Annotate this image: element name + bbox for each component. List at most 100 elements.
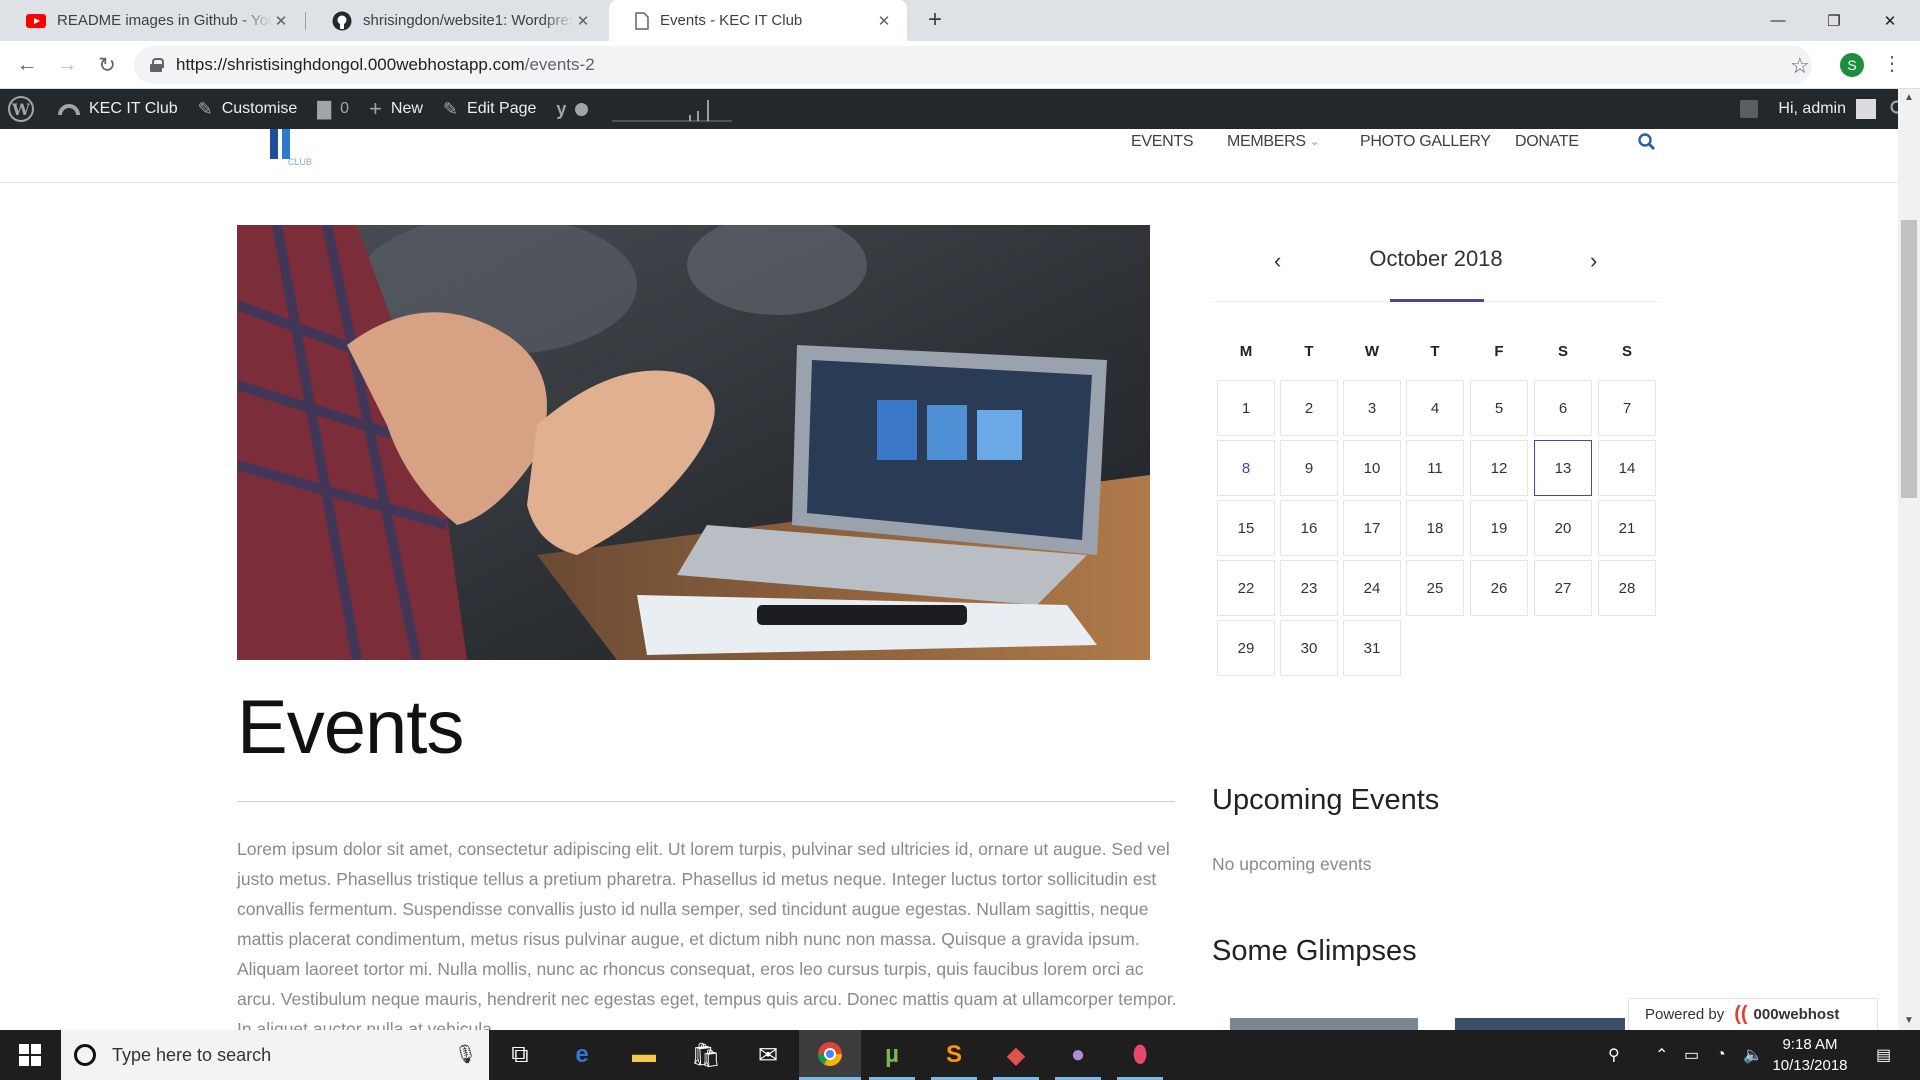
- calendar-day[interactable]: 12: [1470, 440, 1528, 496]
- scroll-up-icon[interactable]: ▲: [1898, 89, 1920, 107]
- stats-sparkline-icon[interactable]: [612, 95, 733, 123]
- calendar-day[interactable]: 19: [1470, 500, 1528, 556]
- calendar-day[interactable]: 16: [1280, 500, 1338, 556]
- calendar-day[interactable]: 5: [1470, 380, 1528, 436]
- close-window-button[interactable]: ✕: [1862, 0, 1918, 41]
- calendar-day[interactable]: 1: [1217, 380, 1275, 436]
- calendar-day[interactable]: 9: [1280, 440, 1338, 496]
- wordpress-logo-icon[interactable]: W: [8, 96, 34, 122]
- battery-icon[interactable]: ▭: [1684, 1030, 1699, 1080]
- site-logo[interactable]: CLUB: [266, 129, 316, 169]
- people-icon[interactable]: ⚲: [1608, 1030, 1620, 1080]
- bookmark-star-icon[interactable]: ☆: [1790, 53, 1810, 79]
- calendar-day[interactable]: 18: [1406, 500, 1464, 556]
- close-icon[interactable]: ✕: [272, 12, 290, 30]
- taskbar-clock[interactable]: 9:18 AM 10/13/2018: [1760, 1034, 1860, 1076]
- forward-icon[interactable]: →: [53, 51, 81, 79]
- sublime-text-icon[interactable]: S: [923, 1030, 985, 1080]
- calendar-day[interactable]: 28: [1598, 560, 1656, 616]
- calendar-day[interactable]: 29: [1217, 620, 1275, 676]
- calendar-day[interactable]: 20: [1534, 500, 1592, 556]
- adminbar-site[interactable]: KEC IT Club: [48, 89, 188, 129]
- edge-icon[interactable]: e: [551, 1030, 613, 1080]
- browser-menu-icon[interactable]: ⋮: [1882, 51, 1902, 76]
- tab-youtube[interactable]: README images in Github - YouTube ✕: [0, 0, 304, 41]
- adminbar-edit-page[interactable]: ✎ Edit Page: [433, 89, 546, 129]
- restore-button[interactable]: ❐: [1806, 0, 1862, 41]
- adminbar-comments[interactable]: ▇ 0: [307, 89, 359, 129]
- windows-start-icon[interactable]: [0, 1030, 60, 1080]
- calendar-weekday: T: [1304, 343, 1314, 360]
- 000webhost-logo-icon: ((: [1734, 1003, 1748, 1025]
- store-icon[interactable]: 🛍: [675, 1030, 737, 1080]
- taskbar-search-box[interactable]: Type here to search 🎙: [61, 1030, 489, 1080]
- search-icon[interactable]: [1637, 132, 1657, 152]
- mail-icon[interactable]: ✉: [737, 1030, 799, 1080]
- nav-members[interactable]: MEMBERS: [1227, 133, 1306, 151]
- calendar-day[interactable]: 17: [1343, 500, 1401, 556]
- calendar-day[interactable]: 2: [1280, 380, 1338, 436]
- tab-events[interactable]: Events - KEC IT Club ✕: [609, 0, 907, 41]
- calendar-day[interactable]: 24: [1343, 560, 1401, 616]
- calendar-day[interactable]: 27: [1534, 560, 1592, 616]
- back-icon[interactable]: ←: [13, 51, 41, 79]
- adminbar-new[interactable]: + New: [359, 89, 433, 129]
- nav-events[interactable]: EVENTS: [1131, 133, 1194, 151]
- yoast-icon: y: [556, 98, 567, 119]
- calendar-underline: [1390, 299, 1484, 302]
- chevron-down-icon[interactable]: ⌄: [1310, 135, 1319, 148]
- calendar-day[interactable]: 3: [1343, 380, 1401, 436]
- calendar-day[interactable]: 15: [1217, 500, 1275, 556]
- calendar-day[interactable]: 30: [1280, 620, 1338, 676]
- chrome-icon[interactable]: [799, 1030, 861, 1080]
- seo-status-dot: [575, 102, 589, 116]
- calendar-day[interactable]: 8: [1217, 440, 1275, 496]
- scrollbar-thumb[interactable]: [1901, 220, 1917, 498]
- glimpse-thumbnail[interactable]: [1230, 1018, 1418, 1030]
- adminbar-customise[interactable]: ✎ Customise: [188, 89, 308, 129]
- chevron-up-icon[interactable]: ⌃: [1655, 1030, 1668, 1080]
- utorrent-icon[interactable]: µ: [861, 1030, 923, 1080]
- calendar-day[interactable]: 22: [1217, 560, 1275, 616]
- close-icon[interactable]: ✕: [574, 12, 592, 30]
- comments-count: 0: [340, 100, 350, 117]
- wifi-icon[interactable]: ◔: [1716, 1030, 1726, 1080]
- calendar-day[interactable]: 13: [1534, 440, 1592, 496]
- microphone-icon[interactable]: 🎙: [454, 1044, 477, 1065]
- adminbar-greeting[interactable]: Hi, admin: [1778, 100, 1846, 118]
- nav-photo-gallery[interactable]: PHOTO GALLERY: [1360, 133, 1491, 151]
- glimpse-thumbnail[interactable]: [1455, 1018, 1625, 1030]
- file-explorer-icon[interactable]: ▬: [613, 1030, 675, 1080]
- action-center-icon[interactable]: ▤: [1876, 1030, 1891, 1080]
- calendar-day[interactable]: 4: [1406, 380, 1464, 436]
- powered-by-badge[interactable]: Powered by (( 000webhost: [1628, 998, 1878, 1030]
- adminbar-yoast[interactable]: y: [546, 89, 598, 129]
- reload-icon[interactable]: ↻: [93, 51, 121, 79]
- minimize-button[interactable]: —: [1750, 0, 1806, 41]
- calendar-day[interactable]: 21: [1598, 500, 1656, 556]
- task-view-icon[interactable]: ⧉: [489, 1030, 551, 1080]
- github-desktop-icon[interactable]: ●: [1047, 1030, 1109, 1080]
- close-icon[interactable]: ✕: [875, 12, 893, 30]
- tab-github[interactable]: shrisingdon/website1: Wordpress ✕: [306, 0, 606, 41]
- nav-donate[interactable]: DONATE: [1515, 133, 1579, 151]
- calendar-day[interactable]: 25: [1406, 560, 1464, 616]
- calendar-day[interactable]: 26: [1470, 560, 1528, 616]
- calendar-day[interactable]: 14: [1598, 440, 1656, 496]
- calendar-day[interactable]: 23: [1280, 560, 1338, 616]
- new-tab-button[interactable]: +: [922, 8, 948, 34]
- map-pin-app-icon[interactable]: ⬮: [1109, 1030, 1171, 1080]
- calendar-day[interactable]: 10: [1343, 440, 1401, 496]
- calendar-day[interactable]: 6: [1534, 380, 1592, 436]
- calendar-day[interactable]: 7: [1598, 380, 1656, 436]
- profile-avatar[interactable]: S: [1840, 53, 1864, 77]
- scroll-down-icon[interactable]: ▼: [1898, 1012, 1920, 1030]
- calendar-weekday: S: [1621, 343, 1632, 360]
- admin-avatar[interactable]: [1856, 99, 1876, 119]
- chevron-right-icon[interactable]: ›: [1590, 248, 1597, 274]
- notes-icon[interactable]: [1740, 100, 1759, 118]
- address-bar[interactable]: https://shristisinghdongol.000webhostapp…: [134, 46, 1812, 84]
- git-kraken-icon[interactable]: ◆: [985, 1030, 1047, 1080]
- calendar-day[interactable]: 31: [1343, 620, 1401, 676]
- calendar-day[interactable]: 11: [1406, 440, 1464, 496]
